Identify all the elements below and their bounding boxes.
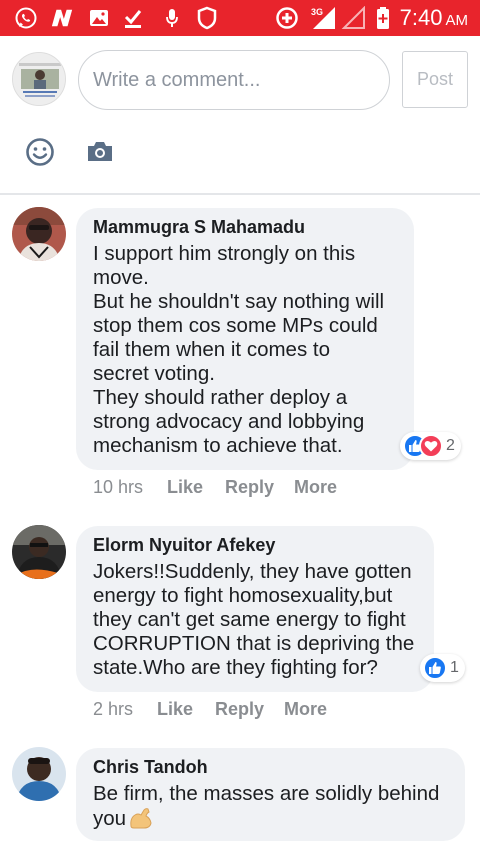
comment-time[interactable]: 10 hrs — [93, 477, 143, 498]
comment-author[interactable]: Chris Tandoh — [93, 756, 447, 778]
download-check-icon — [121, 6, 145, 30]
like-button[interactable]: Like — [167, 477, 203, 498]
flexed-biceps-emoji — [128, 806, 154, 836]
comment-text: Jokers!!Suddenly, they have gotten energ… — [93, 560, 415, 679]
shield-icon — [195, 6, 219, 30]
signal-empty-icon — [341, 6, 367, 30]
comment-text: Be firm, the masses are solidly behind y… — [93, 782, 447, 836]
avatar[interactable] — [12, 747, 66, 801]
whatsapp-icon — [14, 6, 38, 30]
reaction-summary[interactable]: 1 — [420, 654, 465, 682]
like-button[interactable]: Like — [157, 699, 193, 720]
gallery-icon — [87, 6, 111, 30]
comment-text: I support him strongly on this move. But… — [93, 242, 385, 457]
svg-text:3G: 3G — [311, 7, 323, 17]
reply-button[interactable]: Reply — [215, 699, 264, 720]
comment-input[interactable] — [78, 50, 390, 110]
avatar[interactable] — [12, 525, 66, 579]
microphone-icon — [160, 6, 184, 30]
more-button[interactable]: More — [294, 477, 337, 498]
camera-icon[interactable] — [84, 136, 116, 168]
avatar[interactable] — [12, 207, 66, 261]
page-avatar — [12, 52, 66, 106]
comment-bubble: Chris Tandoh Be firm, the masses are sol… — [76, 748, 465, 841]
battery-icon — [374, 6, 392, 30]
n-app-icon — [50, 6, 74, 30]
signal-icon: 3G — [309, 6, 339, 30]
status-time: 7:40 AM — [399, 5, 468, 30]
comment-author[interactable]: Mammugra S Mahamadu — [93, 216, 396, 238]
reaction-count: 2 — [446, 437, 455, 454]
reaction-count: 1 — [450, 659, 459, 676]
more-button[interactable]: More — [284, 699, 327, 720]
like-reaction-icon — [423, 656, 447, 680]
data-saver-icon — [275, 6, 299, 30]
emoji-icon[interactable] — [24, 136, 56, 168]
comment-bubble: Mammugra S Mahamadu I support him strong… — [76, 208, 414, 470]
love-reaction-icon — [419, 434, 443, 458]
reaction-summary[interactable]: 2 — [400, 432, 461, 460]
comment-bubble: Elorm Nyuitor Afekey Jokers!!Suddenly, t… — [76, 526, 434, 692]
comment-time[interactable]: 2 hrs — [93, 699, 133, 720]
composer-divider — [0, 193, 480, 195]
post-button[interactable]: Post — [402, 51, 468, 108]
reply-button[interactable]: Reply — [225, 477, 274, 498]
comment-author[interactable]: Elorm Nyuitor Afekey — [93, 534, 416, 556]
status-bar: 3G 7:40 AM — [0, 0, 480, 36]
